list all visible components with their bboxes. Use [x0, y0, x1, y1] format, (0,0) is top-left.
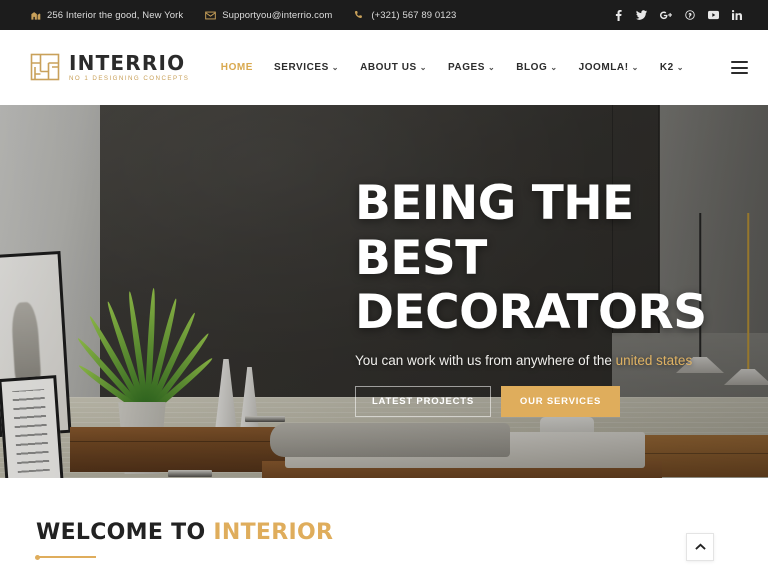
hero-banner: BEING THE BEST DECORATORS You can work w… — [0, 105, 768, 478]
pinterest-icon[interactable] — [685, 10, 695, 20]
site-logo[interactable]: INTERRIO NO 1 DESIGNING CONCEPTS — [30, 53, 189, 82]
nav-item-blog[interactable]: BLOG ⌄ — [516, 62, 557, 73]
nav-item-k2[interactable]: K2 ⌄ — [660, 62, 684, 73]
topbar-address-text: 256 Interior the good, New York — [47, 9, 184, 21]
welcome-heading: WELCOME TO INTERIOR — [36, 520, 768, 545]
hero-headline-line1: BEING THE BEST — [355, 176, 634, 286]
chevron-down-icon: ⌄ — [676, 62, 684, 72]
topbar-email-text: Supportyou@interrio.com — [222, 9, 333, 21]
floorplan-grid-icon — [30, 53, 60, 81]
hero-subtitle: You can work with us from anywhere of th… — [355, 353, 768, 368]
topbar-contact-group: 256 Interior the good, New York Supporty… — [30, 10, 456, 21]
welcome-heading-accent: INTERIOR — [213, 520, 334, 545]
chevron-down-icon: ⌄ — [419, 62, 427, 72]
topbar: 256 Interior the good, New York Supporty… — [0, 0, 768, 30]
logo-text-block: INTERRIO NO 1 DESIGNING CONCEPTS — [69, 53, 189, 82]
nav-item-home[interactable]: HOME — [221, 62, 253, 73]
section-divider — [35, 554, 96, 560]
latest-projects-button[interactable]: LATEST PROJECTS — [355, 385, 491, 417]
hamburger-menu-icon[interactable] — [731, 61, 748, 74]
nav-item-pages[interactable]: PAGES ⌄ — [448, 62, 495, 73]
logo-tagline: NO 1 DESIGNING CONCEPTS — [69, 74, 190, 82]
hero-headline-line2: DECORATORS — [355, 285, 707, 341]
twitter-icon[interactable] — [636, 10, 647, 20]
nav-item-services[interactable]: SERVICES ⌄ — [274, 62, 339, 73]
hamburger-line — [731, 72, 748, 74]
hero-headline: BEING THE BEST DECORATORS — [355, 176, 768, 341]
main-navigation: HOME SERVICES ⌄ ABOUT US ⌄ PAGES ⌄ BLOG … — [221, 61, 748, 74]
chevron-down-icon: ⌄ — [487, 62, 496, 72]
hero-cta-group: LATEST PROJECTS OUR SERVICES — [355, 385, 768, 417]
our-services-button[interactable]: OUR SERVICES — [501, 385, 620, 417]
hero-subtitle-accent: united states — [615, 352, 693, 368]
topbar-social-links — [614, 9, 754, 21]
nav-label-blog: BLOG — [516, 62, 548, 73]
hamburger-line — [731, 61, 748, 63]
hamburger-line — [731, 66, 748, 69]
building-icon — [30, 10, 41, 21]
nav-label-home: HOME — [220, 62, 253, 73]
facebook-icon[interactable] — [614, 9, 623, 21]
chevron-up-icon — [694, 543, 706, 551]
topbar-phone[interactable]: (+321) 567 89 0123 — [354, 10, 456, 21]
nav-label-about-us: ABOUT US — [360, 62, 417, 73]
chevron-down-icon: ⌄ — [331, 62, 340, 72]
phone-icon — [354, 10, 365, 21]
youtube-icon[interactable] — [708, 10, 719, 20]
welcome-section: WELCOME TO INTERIOR — [0, 478, 768, 576]
linkedin-icon[interactable] — [732, 10, 742, 20]
nav-item-joomla[interactable]: JOOMLA! ⌄ — [579, 62, 639, 73]
chevron-down-icon: ⌄ — [550, 62, 558, 72]
welcome-heading-prefix: WELCOME TO — [36, 520, 214, 545]
envelope-icon — [205, 11, 216, 20]
chevron-down-icon: ⌄ — [631, 62, 639, 72]
hero-content: BEING THE BEST DECORATORS You can work w… — [355, 105, 768, 478]
logo-name: INTERRIO — [69, 50, 186, 75]
nav-label-services: SERVICES — [274, 62, 329, 73]
topbar-email[interactable]: Supportyou@interrio.com — [205, 10, 332, 21]
topbar-address: 256 Interior the good, New York — [30, 10, 183, 21]
hero-subtitle-text: You can work with us from anywhere of th… — [355, 352, 616, 368]
google-plus-icon[interactable] — [660, 10, 672, 21]
nav-item-about-us[interactable]: ABOUT US ⌄ — [360, 62, 427, 73]
nav-label-k2: K2 — [659, 62, 674, 73]
nav-label-pages: PAGES — [447, 62, 485, 73]
scroll-to-top-button[interactable] — [686, 533, 714, 561]
nav-label-joomla: JOOMLA! — [578, 62, 629, 73]
site-header: INTERRIO NO 1 DESIGNING CONCEPTS HOME SE… — [0, 30, 768, 105]
topbar-phone-text: (+321) 567 89 0123 — [371, 9, 457, 21]
